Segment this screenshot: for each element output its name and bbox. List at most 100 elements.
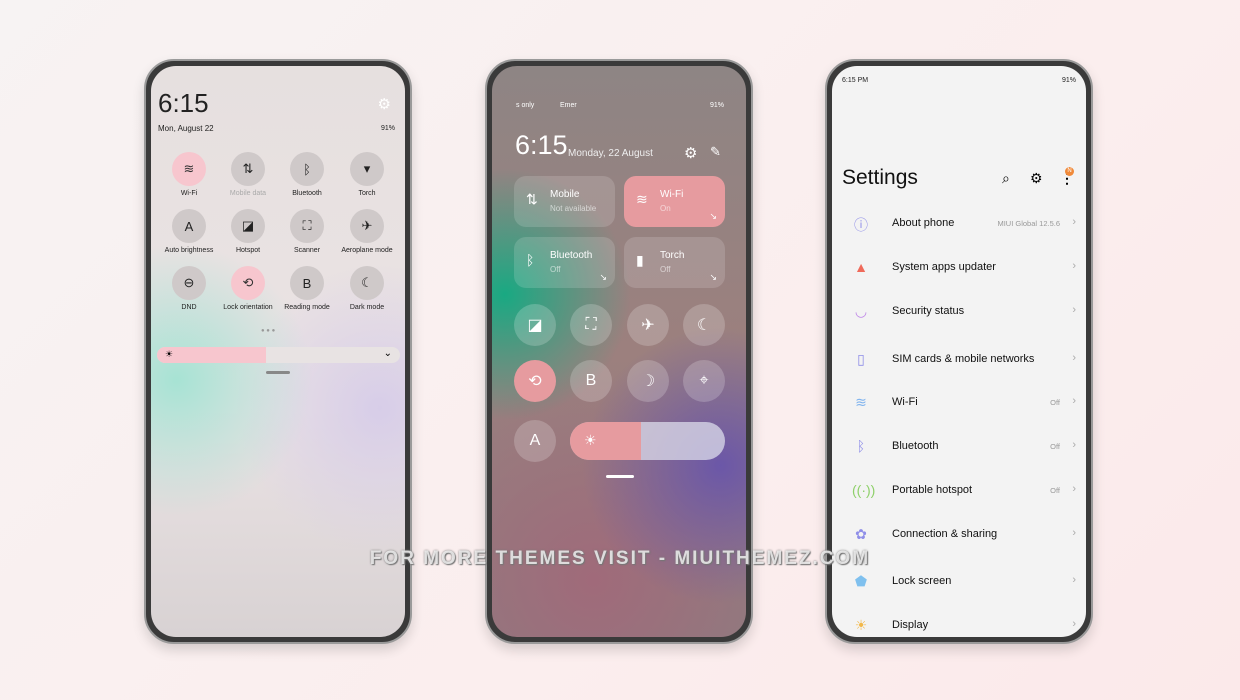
edit-icon[interactable]: ✎ [710,144,721,160]
clock: 6:15 [515,130,568,160]
handle[interactable] [606,475,634,478]
search-icon[interactable]: ⌕ [1002,170,1010,187]
settings-item[interactable]: ◡ Security status › [832,297,1086,327]
location-icon[interactable]: ⌖ [683,360,725,402]
airplane-icon[interactable]: ✈ [350,209,384,243]
chevron-right-icon: › [1072,527,1076,539]
brightness-slider[interactable]: ☀ [570,422,725,460]
item-label: Bluetooth [892,440,939,452]
settings-item[interactable]: ▯ SIM cards & mobile networks › [832,345,1086,375]
settings-item[interactable]: ≋ Wi-Fi Off › [832,388,1086,418]
page-title: Settings [842,166,918,189]
expand-arrow-icon[interactable]: ↘ [709,211,717,222]
mobile-data-icon: ⇅ [526,191,538,207]
scanner-icon[interactable]: ⛶ [570,304,612,346]
tile-title: Bluetooth [550,250,593,261]
tile-status: Not available [550,204,597,213]
wifi-icon: ≋ [636,191,648,207]
bluetooth-icon: ᛒ [526,252,535,268]
chevron-right-icon: › [1072,483,1076,495]
torch-icon: ▮ [636,252,644,268]
wifi-icon: ≋ [855,394,867,410]
battery-status: 91% [380,125,395,132]
battery-status: 91% [709,102,724,109]
auto-brightness-button[interactable]: A [514,420,556,462]
expand-arrow-icon[interactable]: ↘ [599,272,607,283]
shield-icon: ◡ [854,303,868,319]
chevron-right-icon: › [1072,439,1076,451]
mobile-data-icon[interactable]: ⇅ [231,152,265,186]
notification-badge: N [1065,167,1074,176]
item-value: Off [1050,442,1060,451]
display-icon: ☀ [854,617,868,633]
watermark: FOR MORE THEMES VISIT - MIUITHEMEZ.COM [369,548,871,569]
item-label: SIM cards & mobile networks [892,353,1035,365]
airplane-icon[interactable]: ✈ [627,304,669,346]
hotspot-icon[interactable]: ◪ [514,304,556,346]
chevron-right-icon: › [1072,216,1076,228]
tile-status: On [660,204,671,213]
settings-item[interactable]: ((·)) Portable hotspot Off › [832,476,1086,506]
wifi-icon[interactable]: ≋ [172,152,206,186]
battery-status: 91% [1061,77,1076,84]
clock: 6:15 PM [842,77,869,84]
item-label: Connection & sharing [892,528,998,540]
item-label: Portable hotspot [892,484,973,496]
warning-icon: ▲ [854,259,868,275]
item-label: System apps updater [892,261,996,273]
tile-bluetooth[interactable]: ᛒ Bluetooth Off ↘ [514,237,615,288]
chevron-right-icon: › [1072,304,1076,316]
sim-icon: ▯ [857,351,865,367]
auto-brightness-icon[interactable]: A [172,209,206,243]
moon-icon[interactable]: ☽ [627,360,669,402]
tile-torch[interactable]: ▮ Torch Off ↘ [624,237,725,288]
sun-icon: ☀ [584,432,597,448]
brightness-slider[interactable]: ☀ ⌄ [157,347,400,363]
item-value: MIUI Global 12.5.6 [997,219,1060,228]
sun-icon: ☀ [165,349,174,359]
lock-orientation-icon[interactable]: ⟲ [231,266,265,300]
settings-item[interactable]: ᛒ Bluetooth Off › [832,432,1086,462]
chevron-right-icon: › [1072,260,1076,272]
date: Monday, 22 August [568,148,653,159]
handle[interactable] [266,371,290,374]
scanner-icon[interactable]: ⛶ [290,209,324,243]
expand-arrow-icon[interactable]: ↘ [709,272,717,283]
item-label: Security status [892,305,965,317]
lock-orientation-icon[interactable]: ⟲ [514,360,556,402]
chevron-right-icon: › [1072,618,1076,630]
bluetooth-icon: ᛒ [856,438,866,454]
page-indicator: ● ● ● [261,328,276,334]
lock-screen-icon: ⬟ [854,573,868,589]
item-label: Display [892,619,929,631]
tile-title: Mobile [550,189,580,200]
bluetooth-icon[interactable]: ᛒ [290,152,324,186]
dnd-icon[interactable]: ⊖ [172,266,206,300]
item-value: Off [1050,486,1060,495]
tile-mobile[interactable]: ⇅ Mobile Not available [514,176,615,227]
tile-wi-fi[interactable]: ≋ Wi-Fi On ↘ [624,176,725,227]
gear-icon[interactable]: ⚙ [1030,170,1043,187]
gear-icon[interactable]: ⚙ [378,95,391,113]
status-text: s only [516,102,535,109]
gear-icon[interactable]: ⚙ [684,144,697,162]
tile-label: Torch [358,190,376,197]
dark-mode-icon[interactable]: ☾ [683,304,725,346]
torch-icon[interactable]: ▾ [350,152,384,186]
settings-item[interactable]: ☀ Display › [832,611,1086,637]
settings-item[interactable]: ⓘ About phone MIUI Global 12.5.6 › [832,209,1086,239]
settings-item[interactable]: ▲ System apps updater › [832,253,1086,283]
item-value: Off [1050,398,1060,407]
item-label: Lock screen [892,575,952,587]
reading-mode-icon[interactable]: B [290,266,324,300]
settings-item[interactable]: ⬟ Lock screen › [832,567,1086,597]
hotspot-icon[interactable]: ◪ [231,209,265,243]
tile-label: Dark mode [349,304,385,311]
chevron-down-icon[interactable]: ⌄ [384,348,392,359]
status-text: Emer [560,102,577,109]
tile-status: Off [660,265,671,274]
item-label: Wi-Fi [892,396,918,408]
settings-item[interactable]: ✿ Connection & sharing › [832,520,1086,550]
reading-mode-icon[interactable]: B [570,360,612,402]
dark-mode-icon[interactable]: ☾ [350,266,384,300]
